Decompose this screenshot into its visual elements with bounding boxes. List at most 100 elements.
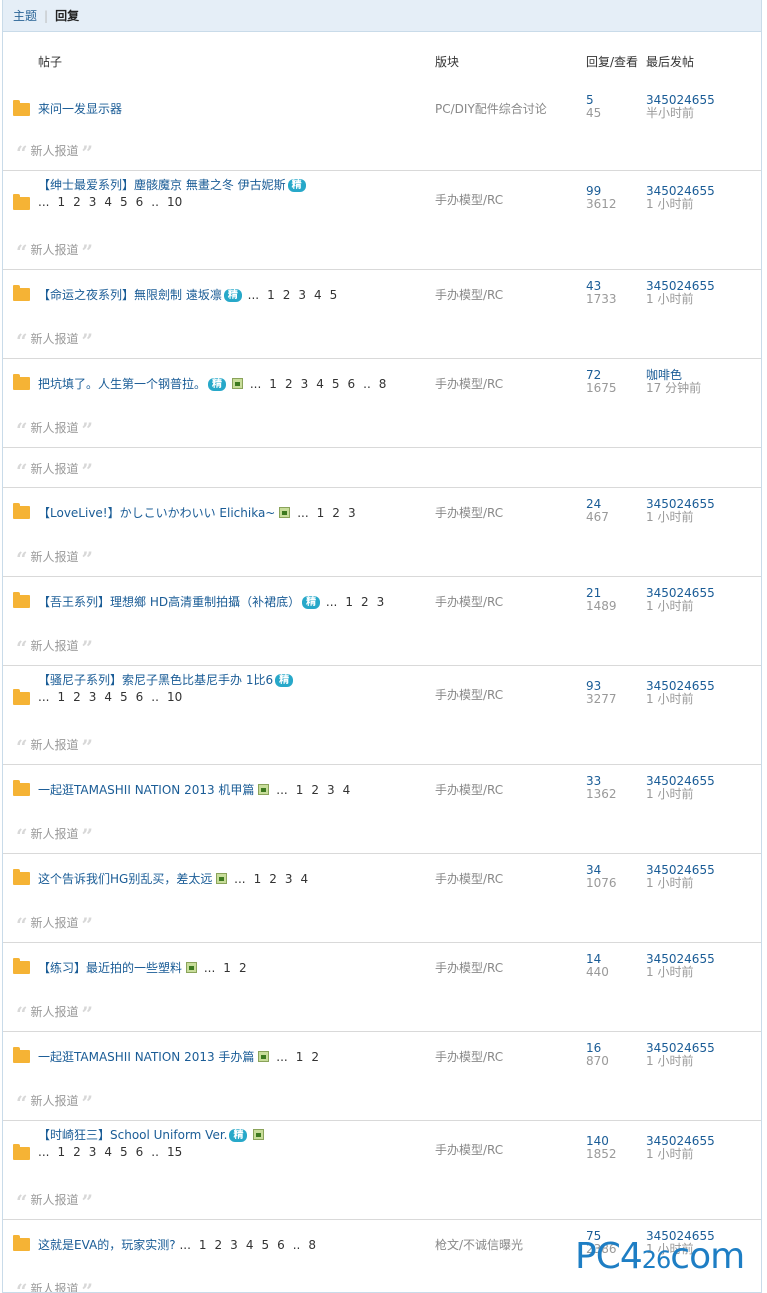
page-link[interactable]: 1	[57, 195, 65, 209]
page-link[interactable]: 3	[377, 595, 385, 609]
page-link[interactable]: 2	[215, 1238, 223, 1252]
page-link[interactable]: 3	[327, 783, 335, 797]
thread-title-link[interactable]: 一起逛TAMASHII NATION 2013 机甲篇	[38, 783, 254, 797]
page-link[interactable]: 6	[277, 1238, 285, 1252]
page-link[interactable]: ..	[151, 690, 159, 704]
page-link[interactable]: 2	[283, 288, 291, 302]
thread-title-link[interactable]: 把坑填了。人生第一个钢普拉。	[38, 377, 206, 391]
page-link[interactable]: 3	[89, 195, 97, 209]
page-link[interactable]: 1	[57, 1145, 65, 1159]
page-link[interactable]: 2	[311, 783, 319, 797]
page-link[interactable]: ..	[293, 1238, 301, 1252]
page-link[interactable]: 4	[301, 872, 309, 886]
page-link[interactable]: ...	[38, 690, 49, 704]
thread-title-link[interactable]: 这个告诉我们HG别乱买，差太远	[38, 872, 212, 886]
page-link[interactable]: ...	[248, 288, 259, 302]
page-link[interactable]: 4	[246, 1238, 254, 1252]
page-link[interactable]: ...	[276, 1050, 287, 1064]
forum-link[interactable]: 手办模型/RC	[435, 375, 503, 392]
page-link[interactable]: 4	[104, 690, 112, 704]
page-link[interactable]: 4	[314, 288, 322, 302]
page-link[interactable]: 5	[120, 690, 128, 704]
thread-title-link[interactable]: 【命运之夜系列】無限劍制 遠坂凛	[38, 288, 222, 302]
thread-title-link[interactable]: 【练习】最近拍的一些塑料	[38, 961, 182, 975]
page-link[interactable]: 2	[73, 690, 81, 704]
thread-title-link[interactable]: 【骚尼子系列】索尼子黑色比基尼手办 1比6	[38, 673, 273, 687]
thread-title-link[interactable]: 来问一发显示器	[38, 102, 122, 116]
page-link[interactable]: 6	[136, 1145, 144, 1159]
forum-link[interactable]: 手办模型/RC	[435, 781, 503, 798]
page-link[interactable]: 1	[296, 1050, 304, 1064]
page-link[interactable]: 5	[120, 1145, 128, 1159]
page-link[interactable]: 2	[311, 1050, 319, 1064]
thread-title-link[interactable]: 【绅士最爱系列】塵骸魔京 無畫之冬 伊古妮斯	[38, 178, 286, 192]
page-link[interactable]: ...	[38, 195, 49, 209]
page-link[interactable]: ...	[326, 595, 337, 609]
thread-title-link[interactable]: 【LoveLive!】かしこいかわいい Elichika~	[38, 506, 275, 520]
page-link[interactable]: 4	[104, 195, 112, 209]
forum-link[interactable]: 手办模型/RC	[435, 191, 503, 208]
forum-link[interactable]: PC/DIY配件综合讨论	[435, 100, 547, 117]
page-link[interactable]: 5	[120, 195, 128, 209]
page-link[interactable]: 1	[199, 1238, 207, 1252]
page-link[interactable]: ..	[363, 377, 371, 391]
page-link[interactable]: 5	[261, 1238, 269, 1252]
thread-title-link[interactable]: 一起逛TAMASHII NATION 2013 手办篇	[38, 1050, 254, 1064]
thread-title-link[interactable]: 【时崎狂三】School Uniform Ver.	[38, 1128, 227, 1142]
page-link[interactable]: 3	[298, 288, 306, 302]
page-link[interactable]: 8	[308, 1238, 316, 1252]
page-link[interactable]: 3	[301, 377, 309, 391]
page-link[interactable]: 1	[223, 961, 231, 975]
page-link[interactable]: 4	[104, 1145, 112, 1159]
forum-link[interactable]: 手办模型/RC	[435, 959, 503, 976]
page-link[interactable]: ...	[250, 377, 261, 391]
page-link[interactable]: 2	[239, 961, 247, 975]
page-link[interactable]: 15	[167, 1145, 182, 1159]
page-link[interactable]: 6	[136, 195, 144, 209]
page-link[interactable]: ...	[276, 783, 287, 797]
page-link[interactable]: 1	[267, 288, 275, 302]
page-link[interactable]: 4	[343, 783, 351, 797]
page-link[interactable]: 6	[136, 690, 144, 704]
page-link[interactable]: ..	[151, 195, 159, 209]
thread-title-link[interactable]: 【吾王系列】理想鄉 HD高清重制拍攝（补裙底）	[38, 595, 300, 609]
page-link[interactable]: 3	[285, 872, 293, 886]
page-link[interactable]: 2	[285, 377, 293, 391]
page-link[interactable]: 4	[316, 377, 324, 391]
page-link[interactable]: 10	[167, 195, 182, 209]
page-link[interactable]: ...	[204, 961, 215, 975]
forum-link[interactable]: 手办模型/RC	[435, 870, 503, 887]
page-link[interactable]: ...	[179, 1238, 190, 1252]
page-link[interactable]: 2	[73, 195, 81, 209]
tab-topic[interactable]: 主题	[13, 7, 37, 24]
page-link[interactable]: 2	[73, 1145, 81, 1159]
page-link[interactable]: 1	[254, 872, 262, 886]
page-link[interactable]: 1	[296, 783, 304, 797]
forum-link[interactable]: 手办模型/RC	[435, 504, 503, 521]
page-link[interactable]: 10	[167, 690, 182, 704]
page-link[interactable]: 1	[317, 506, 325, 520]
page-link[interactable]: ...	[297, 506, 308, 520]
page-link[interactable]: 2	[332, 506, 340, 520]
page-link[interactable]: 3	[89, 1145, 97, 1159]
page-link[interactable]: 1	[345, 595, 353, 609]
page-link[interactable]: ...	[38, 1145, 49, 1159]
forum-link[interactable]: 手办模型/RC	[435, 1048, 503, 1065]
forum-link[interactable]: 手办模型/RC	[435, 286, 503, 303]
forum-link[interactable]: 手办模型/RC	[435, 1141, 503, 1158]
page-link[interactable]: 1	[57, 690, 65, 704]
page-link[interactable]: 3	[348, 506, 356, 520]
page-link[interactable]: 8	[379, 377, 387, 391]
page-link[interactable]: 5	[330, 288, 338, 302]
page-link[interactable]: ...	[234, 872, 245, 886]
forum-link[interactable]: 手办模型/RC	[435, 686, 503, 703]
page-link[interactable]: 5	[332, 377, 340, 391]
page-link[interactable]: 3	[230, 1238, 238, 1252]
page-link[interactable]: 2	[269, 872, 277, 886]
page-link[interactable]: 2	[361, 595, 369, 609]
page-link[interactable]: 3	[89, 690, 97, 704]
page-link[interactable]: ..	[151, 1145, 159, 1159]
tab-reply[interactable]: 回复	[55, 7, 79, 24]
page-link[interactable]: 6	[348, 377, 356, 391]
page-link[interactable]: 1	[269, 377, 277, 391]
